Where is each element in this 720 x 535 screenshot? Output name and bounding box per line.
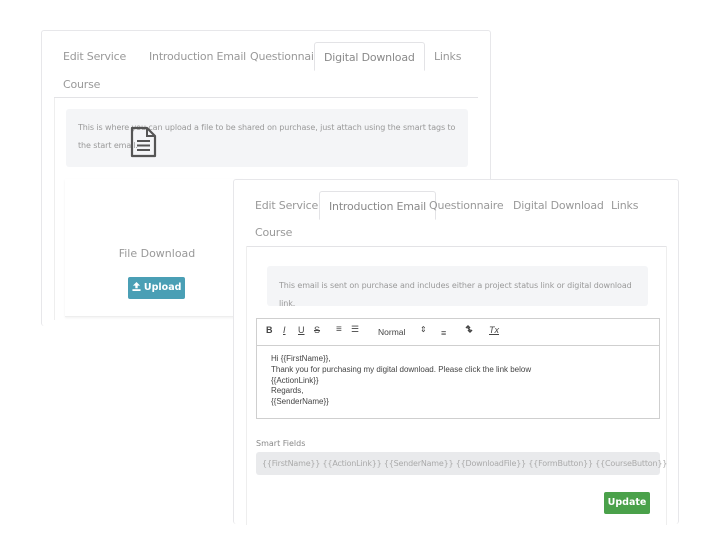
heading-select[interactable]: Normal: [378, 327, 405, 337]
editor-line: {{ActionLink}}: [271, 375, 319, 385]
tab-questionnaire[interactable]: Questionnaire: [420, 191, 512, 220]
service-tabs: Edit Service Introduction Email Question…: [246, 191, 666, 247]
italic-icon: I: [283, 325, 286, 335]
tab-introduction-email[interactable]: Introduction Email: [319, 191, 437, 220]
upload-icon: [132, 282, 144, 293]
service-tabs: Edit Service Introduction Email Question…: [54, 42, 478, 98]
tab-introduction-email[interactable]: Introduction Email: [140, 42, 255, 71]
heading-select-value: Normal: [378, 327, 406, 337]
italic-button[interactable]: I: [283, 325, 286, 335]
editor-line: {{SenderName}}: [271, 397, 329, 407]
strike-icon: S: [314, 325, 321, 335]
link-icon: [465, 324, 473, 334]
tab-course[interactable]: Course: [54, 70, 109, 99]
clean-format-button[interactable]: Tx: [489, 325, 499, 335]
upload-label: Upload: [143, 282, 182, 293]
editor-content[interactable]: Hi {{FirstName}}, Thank you for purchasi…: [257, 346, 659, 416]
smart-fields-input[interactable]: {{FirstName}} {{ActionLink}} {{SenderNam…: [256, 452, 667, 475]
bullet-list-button[interactable]: ☰: [351, 324, 359, 335]
align-button[interactable]: ≡: [441, 328, 446, 338]
ordered-list-icon: ≡: [336, 324, 342, 335]
editor-line: Regards,: [271, 386, 304, 396]
tab-digital-download[interactable]: Digital Download: [504, 191, 613, 220]
introduction-email-panel: Edit Service Introduction Email Question…: [233, 179, 679, 525]
editor-line: Thank you for purchasing my digital down…: [271, 364, 532, 374]
info-message: This is where you can upload a file to b…: [66, 109, 468, 167]
underline-icon: U: [298, 325, 305, 335]
tab-digital-download[interactable]: Digital Download: [314, 42, 425, 71]
tab-edit-service[interactable]: Edit Service: [54, 42, 135, 71]
update-button[interactable]: Update: [604, 492, 650, 514]
bullet-list-icon: ☰: [351, 324, 360, 334]
tab-edit-service[interactable]: Edit Service: [246, 191, 327, 220]
tab-links[interactable]: Links: [602, 191, 647, 220]
introduction-email-content: This email is sent on purchase and inclu…: [246, 246, 667, 525]
info-message: This email is sent on purchase and inclu…: [267, 266, 648, 308]
underline-button[interactable]: U: [298, 325, 305, 335]
upload-button[interactable]: Upload: [128, 277, 185, 299]
smart-fields-label: Smart Fields: [256, 439, 306, 448]
tab-links[interactable]: Links: [425, 42, 470, 71]
file-text-icon: [130, 126, 157, 162]
strike-button[interactable]: S: [314, 325, 320, 335]
rich-text-editor: B I U S ≡ ☰ Normal ⇕ ≡ Tx Hi {{FirstName: [256, 318, 660, 419]
heading-select-arrows-icon[interactable]: ⇕: [420, 325, 427, 334]
align-icon: ≡: [441, 328, 447, 338]
tab-course[interactable]: Course: [246, 218, 301, 247]
bold-button[interactable]: B: [266, 325, 273, 335]
clear-format-icon: Tx: [489, 325, 499, 335]
ordered-list-button[interactable]: ≡: [336, 324, 342, 335]
editor-toolbar: B I U S ≡ ☰ Normal ⇕ ≡ Tx: [257, 319, 659, 346]
editor-line: Hi {{FirstName}},: [271, 354, 331, 363]
link-button[interactable]: [464, 324, 474, 336]
